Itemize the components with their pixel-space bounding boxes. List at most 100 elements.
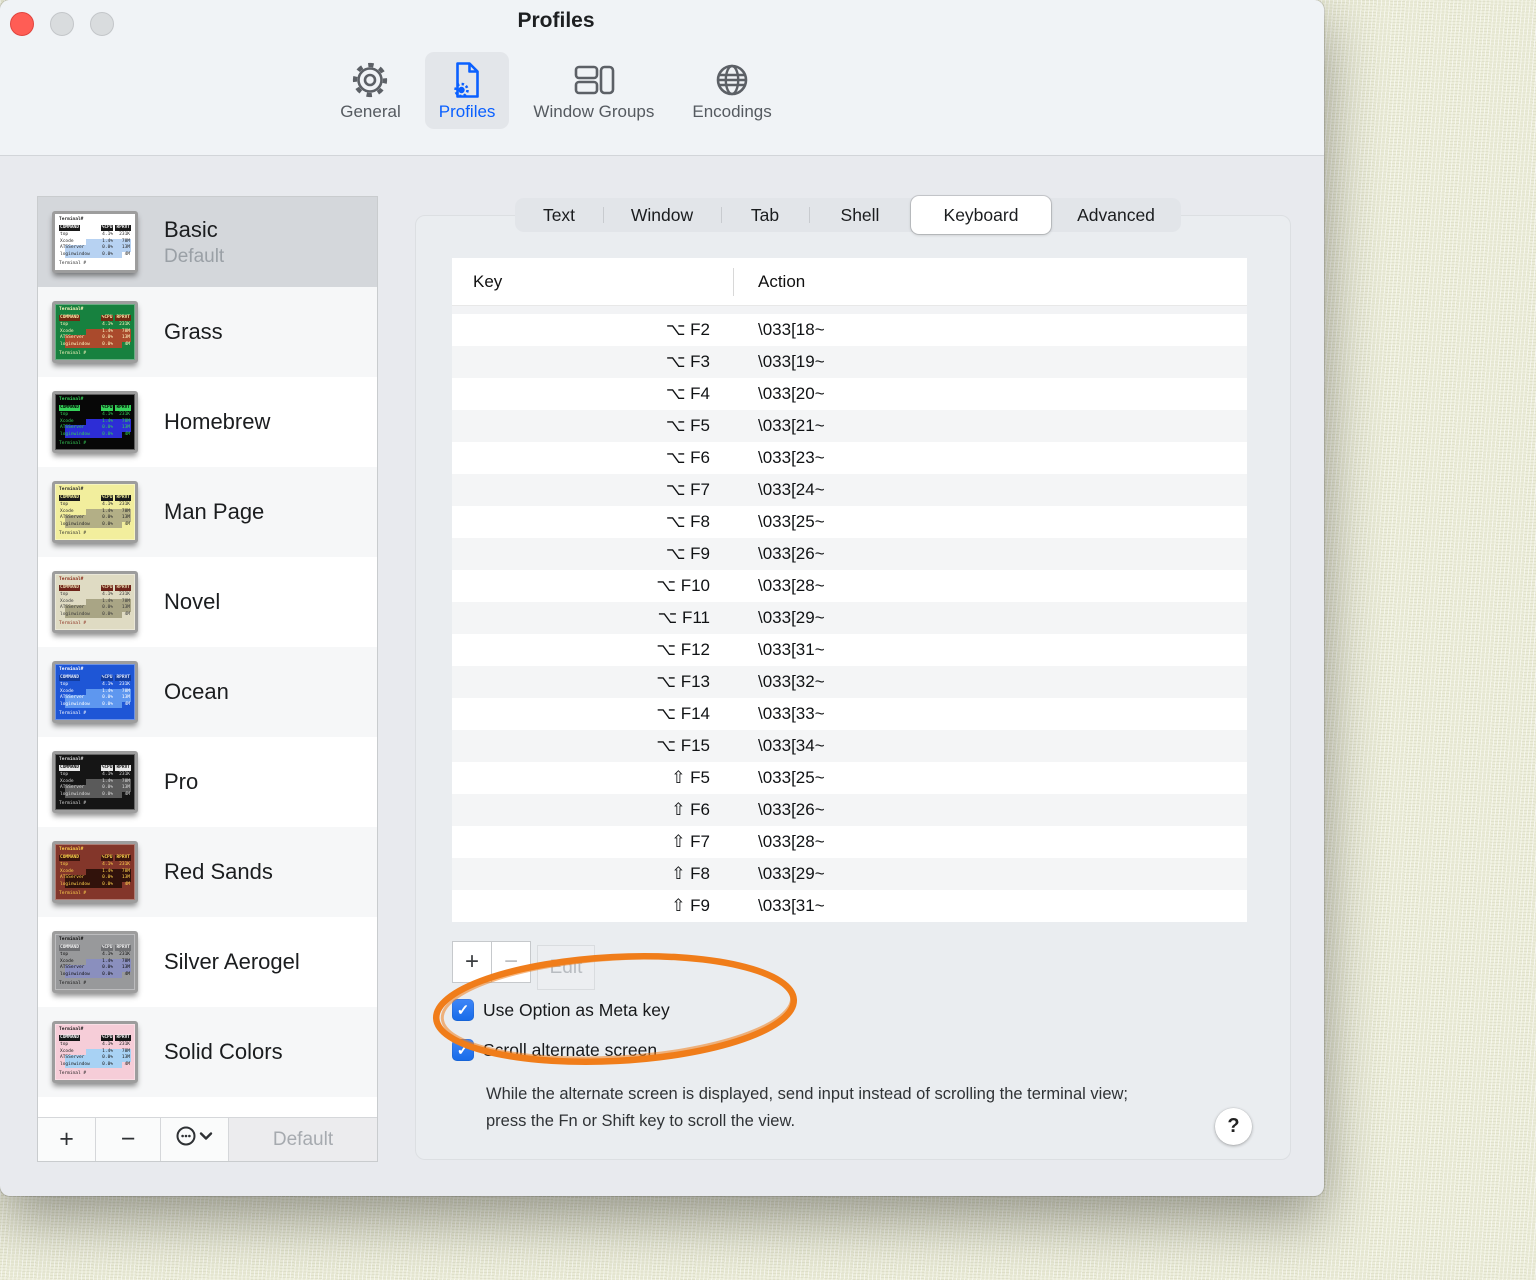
globe-icon [712, 60, 752, 100]
table-row[interactable]: ⇧ F8 \033[29~ [452, 858, 1247, 890]
toolbar-item-window-groups[interactable]: Window Groups [519, 52, 668, 129]
tab-tab[interactable]: Tab [721, 198, 809, 232]
terminal-preferences-window: Profiles General Profiles Window Groups … [0, 0, 1324, 1196]
table-row[interactable]: ⇧ F5 \033[25~ [452, 762, 1247, 794]
checkbox-use-option-as-meta-key[interactable]: ✓ [452, 999, 474, 1021]
action-cell: \033[31~ [758, 640, 825, 659]
desktop-background: Profiles General Profiles Window Groups … [0, 0, 1536, 1280]
toolbar-item-label: Window Groups [533, 102, 655, 121]
profile-row-solid-colors[interactable]: Terminal# COMMAND %CPU RPRVT top 4.1% 231K… [38, 1007, 377, 1097]
profile-row-red-sands[interactable]: Terminal# COMMAND %CPU RPRVT top 4.1% 231K… [38, 827, 377, 917]
key-cell: ⌥ F14 [656, 704, 710, 723]
action-cell: \033[24~ [758, 480, 825, 499]
remove-mapping-button[interactable]: − [491, 941, 531, 983]
add-profile-button[interactable]: + [38, 1118, 96, 1161]
profile-row-man-page[interactable]: Terminal# COMMAND %CPU RPRVT top 4.1% 231K… [38, 467, 377, 557]
action-cell: \033[18~ [758, 320, 825, 339]
edit-mapping-button[interactable]: Edit [537, 945, 595, 990]
help-button[interactable]: ? [1215, 1108, 1252, 1145]
profile-thumbnail: Terminal# COMMAND %CPU RPRVT top 4.1% 231K… [52, 211, 138, 273]
profile-thumbnail: Terminal# COMMAND %CPU RPRVT top 4.1% 231K… [52, 391, 138, 453]
more-options-icon [175, 1124, 215, 1155]
remove-profile-button[interactable]: − [96, 1118, 161, 1161]
table-row[interactable]: ⌥ F15 \033[34~ [452, 730, 1247, 762]
checkbox-label[interactable]: Scroll alternate screen [483, 1040, 657, 1061]
profile-row-grass[interactable]: Terminal# COMMAND %CPU RPRVT top 4.1% 231K… [38, 287, 377, 377]
toolbar-item-general[interactable]: General [326, 52, 414, 129]
action-cell: \033[32~ [758, 672, 825, 691]
table-row[interactable]: ⌥ F3 \033[19~ [452, 346, 1247, 378]
tab-window[interactable]: Window [603, 198, 721, 232]
profile-list-panel: Terminal# COMMAND %CPU RPRVT top 4.1% 231K… [37, 196, 378, 1162]
key-cell: ⌥ F8 [665, 512, 710, 531]
action-cell: \033[20~ [758, 384, 825, 403]
key-cell: ⇧ F9 [671, 896, 710, 915]
tab-text[interactable]: Text [515, 198, 603, 232]
table-row[interactable]: ⌥ F6 \033[23~ [452, 442, 1247, 474]
table-row[interactable]: ⌥ F7 \033[24~ [452, 474, 1247, 506]
table-row[interactable]: ⌥ F2 \033[18~ [452, 314, 1247, 346]
action-cell: \033[28~ [758, 576, 825, 595]
table-row[interactable]: ⌥ F10 \033[28~ [452, 570, 1247, 602]
tab-keyboard[interactable]: Keyboard [911, 196, 1051, 234]
key-cell: ⌥ F3 [665, 352, 710, 371]
key-cell: ⇧ F5 [671, 768, 710, 787]
action-cell: \033[21~ [758, 416, 825, 435]
action-cell: \033[19~ [758, 352, 825, 371]
profile-thumbnail: Terminal# COMMAND %CPU RPRVT top 4.1% 231K… [52, 481, 138, 543]
add-mapping-button[interactable]: + [452, 941, 492, 983]
profile-name: Novel [164, 589, 221, 614]
scroll-alternate-help-text: While the alternate screen is displayed,… [486, 1085, 1129, 1130]
table-row[interactable]: ⌥ F11 \033[29~ [452, 602, 1247, 634]
table-top-filler [452, 306, 1247, 314]
table-row[interactable]: ⌥ F12 \033[31~ [452, 634, 1247, 666]
table-row[interactable]: ⌥ F5 \033[21~ [452, 410, 1247, 442]
action-cell: \033[28~ [758, 832, 825, 851]
toolbar-item-label: General [340, 102, 401, 121]
tab-shell[interactable]: Shell [809, 198, 911, 232]
table-row[interactable]: ⇧ F9 \033[31~ [452, 890, 1247, 922]
action-cell: \033[31~ [758, 896, 825, 915]
profile-list: Terminal# COMMAND %CPU RPRVT top 4.1% 231K… [38, 197, 377, 1117]
profile-row-homebrew[interactable]: Terminal# COMMAND %CPU RPRVT top 4.1% 231K… [38, 377, 377, 467]
table-row[interactable]: ⌥ F9 \033[26~ [452, 538, 1247, 570]
checkbox-row-scroll-alternate-screen: ✓ Scroll alternate screen [452, 1038, 657, 1062]
window-groups-icon [572, 60, 616, 100]
action-cell: \033[26~ [758, 544, 825, 563]
profile-actions-menu-button[interactable] [161, 1118, 229, 1161]
action-cell: \033[23~ [758, 448, 825, 467]
key-cell: ⌥ F15 [656, 736, 710, 755]
table-body: ⌥ F2 \033[18~ ⌥ F3 \033[19~ ⌥ F4 \033[20~ ⌥ F5… [452, 314, 1247, 922]
profile-row-pro[interactable]: Terminal# COMMAND %CPU RPRVT top 4.1% 231K… [38, 737, 377, 827]
set-default-button[interactable]: Default [229, 1118, 377, 1161]
profile-thumbnail: Terminal# COMMAND %CPU RPRVT top 4.1% 231K… [52, 571, 138, 633]
checkbox-scroll-alternate-screen[interactable]: ✓ [452, 1039, 474, 1061]
profile-row-novel[interactable]: Terminal# COMMAND %CPU RPRVT top 4.1% 231K… [38, 557, 377, 647]
action-cell: \033[25~ [758, 512, 825, 531]
toolbar-item-profiles[interactable]: Profiles [424, 52, 510, 129]
table-row[interactable]: ⌥ F4 \033[20~ [452, 378, 1247, 410]
profile-row-ocean[interactable]: Terminal# COMMAND %CPU RPRVT top 4.1% 231K… [38, 647, 377, 737]
table-row[interactable]: ⌥ F14 \033[33~ [452, 698, 1247, 730]
table-header: Key Action [452, 258, 1247, 306]
profile-row-silver-aerogel[interactable]: Terminal# COMMAND %CPU RPRVT top 4.1% 231K… [38, 917, 377, 1007]
checkbox-label[interactable]: Use Option as Meta key [483, 1000, 670, 1021]
profile-name: Man Page [164, 499, 265, 524]
key-cell: ⌥ F13 [656, 672, 710, 691]
profile-thumbnail: Terminal# COMMAND %CPU RPRVT top 4.1% 231K… [52, 301, 138, 363]
table-row[interactable]: ⇧ F7 \033[28~ [452, 826, 1247, 858]
window-title: Profiles [517, 9, 595, 32]
table-row[interactable]: ⇧ F6 \033[26~ [452, 794, 1247, 826]
key-cell: ⇧ F7 [671, 832, 710, 851]
profile-name: Pro [164, 769, 199, 794]
gear-icon [350, 60, 390, 100]
key-cell: ⌥ F11 [657, 608, 710, 627]
profile-thumbnail: Terminal# COMMAND %CPU RPRVT top 4.1% 231K… [52, 931, 138, 993]
key-cell: ⌥ F5 [665, 416, 710, 435]
tab-advanced[interactable]: Advanced [1051, 198, 1181, 232]
table-row[interactable]: ⌥ F13 \033[32~ [452, 666, 1247, 698]
toolbar-item-encodings[interactable]: Encodings [678, 52, 785, 129]
profile-list-footer: + − Default [38, 1117, 377, 1161]
table-row[interactable]: ⌥ F8 \033[25~ [452, 506, 1247, 538]
profile-row-basic[interactable]: Terminal# COMMAND %CPU RPRVT top 4.1% 231K… [38, 197, 377, 287]
